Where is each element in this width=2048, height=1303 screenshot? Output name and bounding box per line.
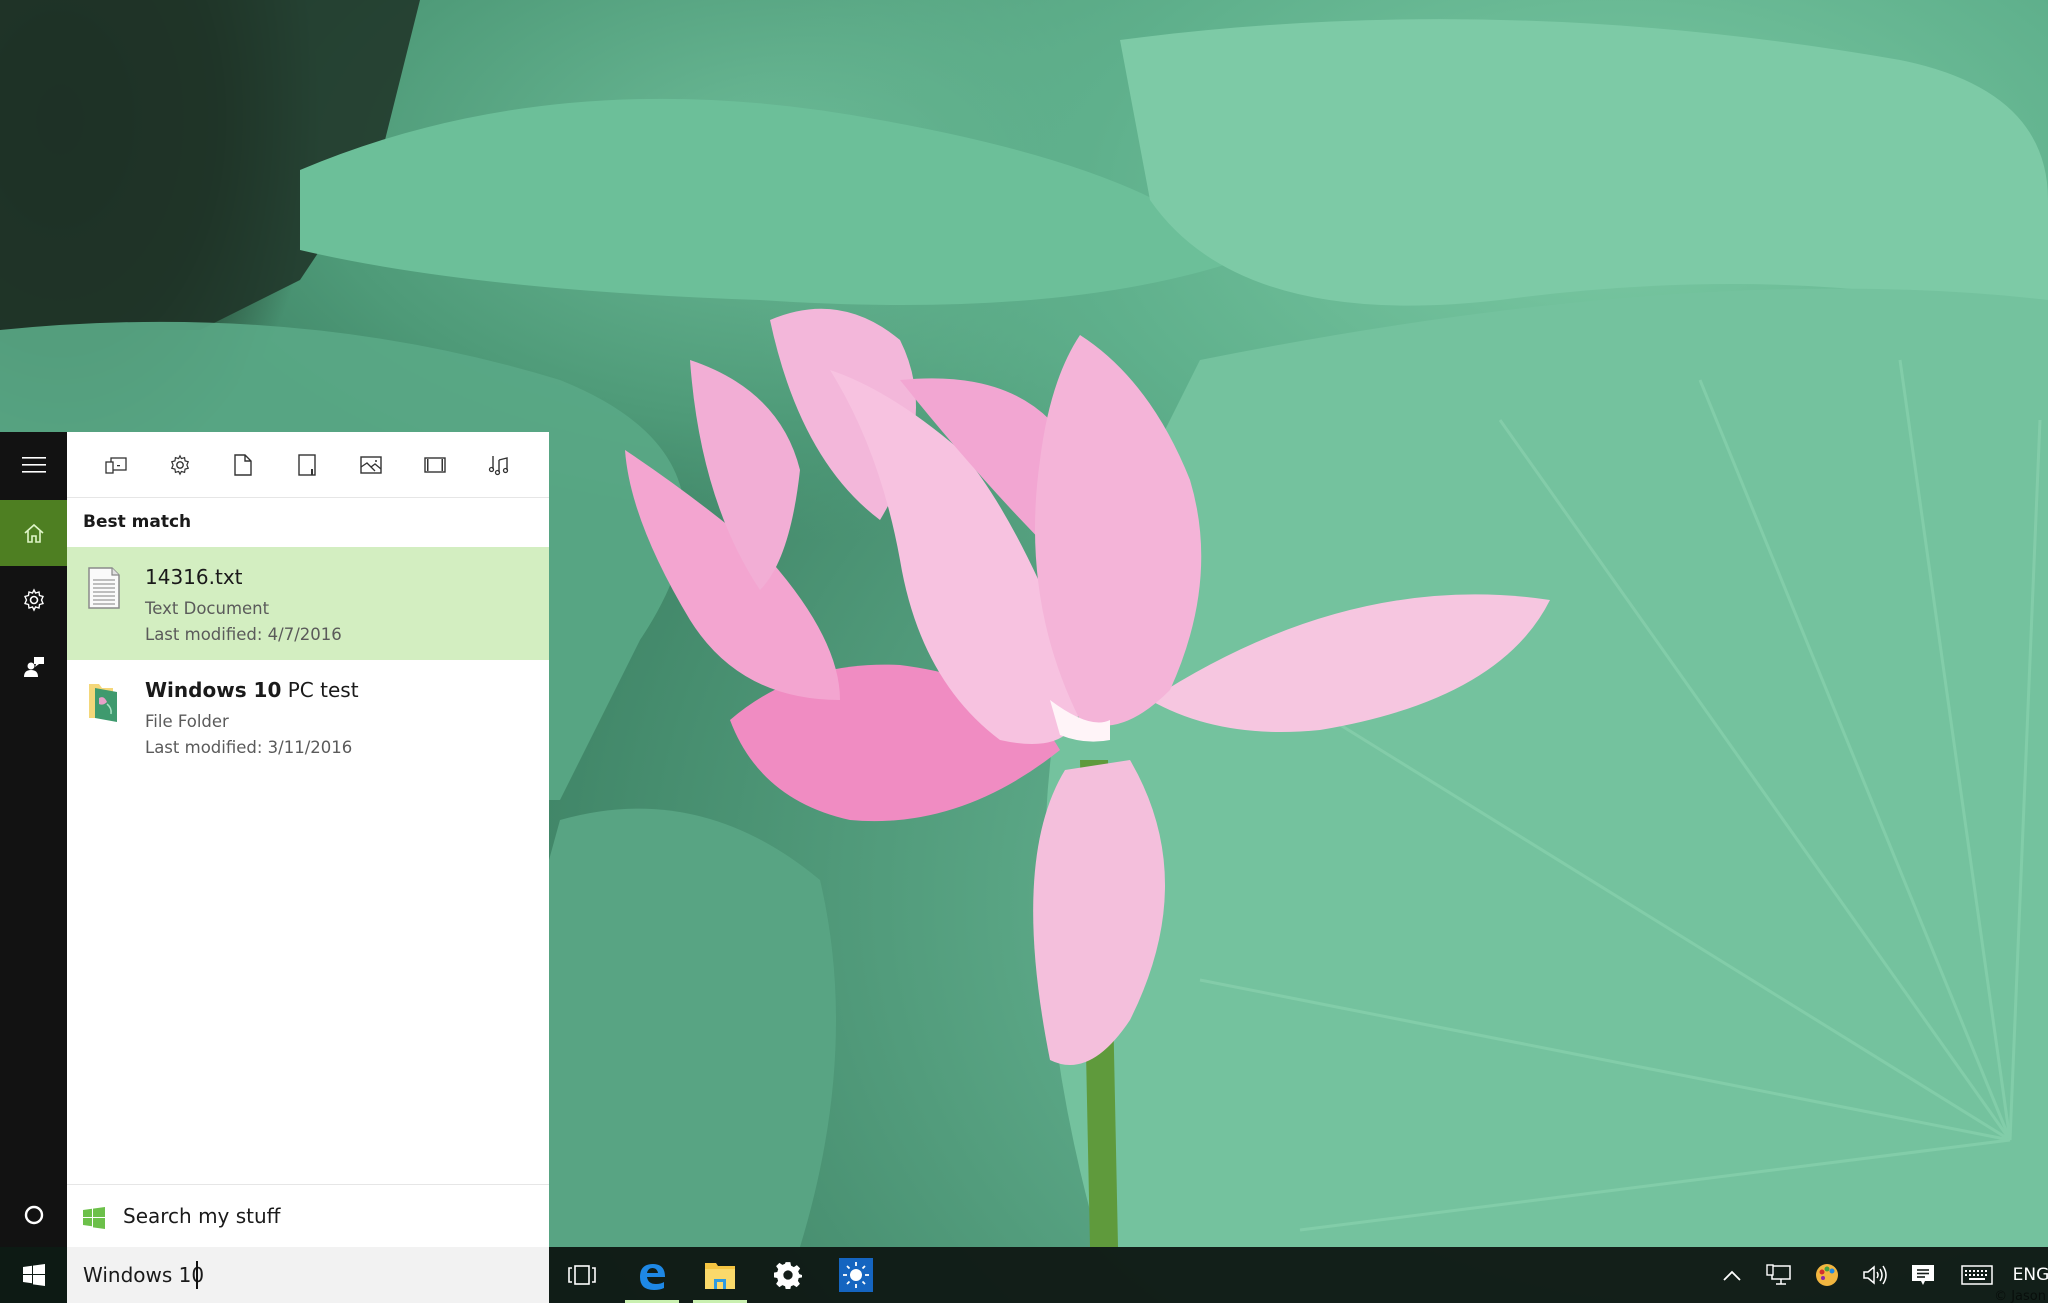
start-button[interactable] xyxy=(0,1247,67,1303)
result-title-text: PC test xyxy=(281,678,359,702)
language-label: ENG xyxy=(2012,1265,2048,1285)
cortana-circle-icon xyxy=(24,1205,43,1225)
volume-icon xyxy=(1863,1265,1887,1285)
result-title: Windows 10 PC test xyxy=(145,678,359,702)
search-rail xyxy=(0,432,67,1303)
result-modified: Last modified: 3/11/2016 xyxy=(145,738,353,757)
search-box[interactable] xyxy=(67,1247,549,1303)
result-item[interactable]: Windows 10 PC test File Folder Last modi… xyxy=(67,660,549,773)
result-type: Text Document xyxy=(145,599,270,618)
paint-palette-icon xyxy=(1816,1264,1838,1286)
filter-apps-button[interactable] xyxy=(96,446,136,484)
taskbar-file-explorer-button[interactable] xyxy=(687,1247,753,1303)
taskbar-brightness-app-button[interactable] xyxy=(823,1247,889,1303)
cortana-button[interactable] xyxy=(0,1182,67,1248)
search-my-stuff-button[interactable]: Search my stuff xyxy=(67,1184,549,1247)
filter-photos-button[interactable] xyxy=(351,446,391,484)
watermark: © Jason xyxy=(1994,1289,2046,1303)
text-caret xyxy=(196,1261,198,1289)
filter-bar xyxy=(67,432,549,498)
best-match-heading: Best match xyxy=(83,512,192,532)
network-button[interactable] xyxy=(1757,1247,1801,1303)
paint-tray-button[interactable] xyxy=(1805,1247,1849,1303)
document-icon xyxy=(234,454,252,476)
action-center-icon xyxy=(1912,1265,1934,1285)
home-icon xyxy=(23,523,44,543)
photo-icon xyxy=(360,456,382,474)
filter-music-button[interactable] xyxy=(479,446,519,484)
action-center-button[interactable] xyxy=(1901,1247,1945,1303)
touch-keyboard-icon xyxy=(1961,1265,1993,1285)
filter-videos-button[interactable] xyxy=(415,446,455,484)
search-my-stuff-label: Search my stuff xyxy=(123,1204,281,1228)
network-icon xyxy=(1766,1264,1791,1285)
folder-icon xyxy=(89,684,117,722)
show-hidden-icons-button[interactable] xyxy=(1710,1247,1754,1303)
gear-icon xyxy=(23,588,44,612)
chevron-up-icon xyxy=(1723,1270,1741,1281)
task-view-icon xyxy=(568,1265,596,1285)
result-title-text: 14316.txt xyxy=(145,565,243,589)
taskbar: ENG © Jason xyxy=(549,1247,2048,1303)
filter-folders-button[interactable] xyxy=(287,446,327,484)
filter-settings-button[interactable] xyxy=(160,446,200,484)
edge-icon xyxy=(640,1264,665,1290)
settings-button[interactable] xyxy=(0,567,67,633)
volume-button[interactable] xyxy=(1853,1247,1897,1303)
folder-icon xyxy=(298,454,316,476)
gear-icon xyxy=(170,454,190,476)
result-title-match: Windows 10 xyxy=(145,678,282,702)
apps-icon xyxy=(105,457,127,474)
file-explorer-icon xyxy=(705,1263,735,1289)
search-input[interactable] xyxy=(83,1247,533,1303)
sun-icon xyxy=(839,1258,873,1292)
gear-icon xyxy=(774,1262,802,1289)
windows-logo-icon xyxy=(83,1207,105,1229)
result-item-selected[interactable]: 14316.txt Text Document Last modified: 4… xyxy=(67,547,549,660)
task-view-button[interactable] xyxy=(549,1247,615,1303)
result-modified: Last modified: 4/7/2016 xyxy=(145,625,342,644)
windows-logo-icon xyxy=(22,1264,45,1286)
text-document-icon xyxy=(88,567,120,609)
search-results-pane: Best match 14316.txt Text Document Last … xyxy=(67,432,549,1247)
hamburger-icon xyxy=(21,457,46,473)
feedback-icon xyxy=(23,657,44,677)
result-title: 14316.txt xyxy=(145,565,243,589)
result-type: File Folder xyxy=(145,712,229,731)
taskbar-edge-button[interactable] xyxy=(619,1247,685,1303)
search-panel: Best match 14316.txt Text Document Last … xyxy=(0,432,549,1303)
home-button[interactable] xyxy=(0,500,67,566)
music-icon xyxy=(488,456,509,476)
menu-button[interactable] xyxy=(0,432,67,498)
feedback-button[interactable] xyxy=(0,634,67,700)
taskbar-settings-button[interactable] xyxy=(755,1247,821,1303)
video-icon xyxy=(424,457,446,473)
filter-documents-button[interactable] xyxy=(223,446,263,484)
